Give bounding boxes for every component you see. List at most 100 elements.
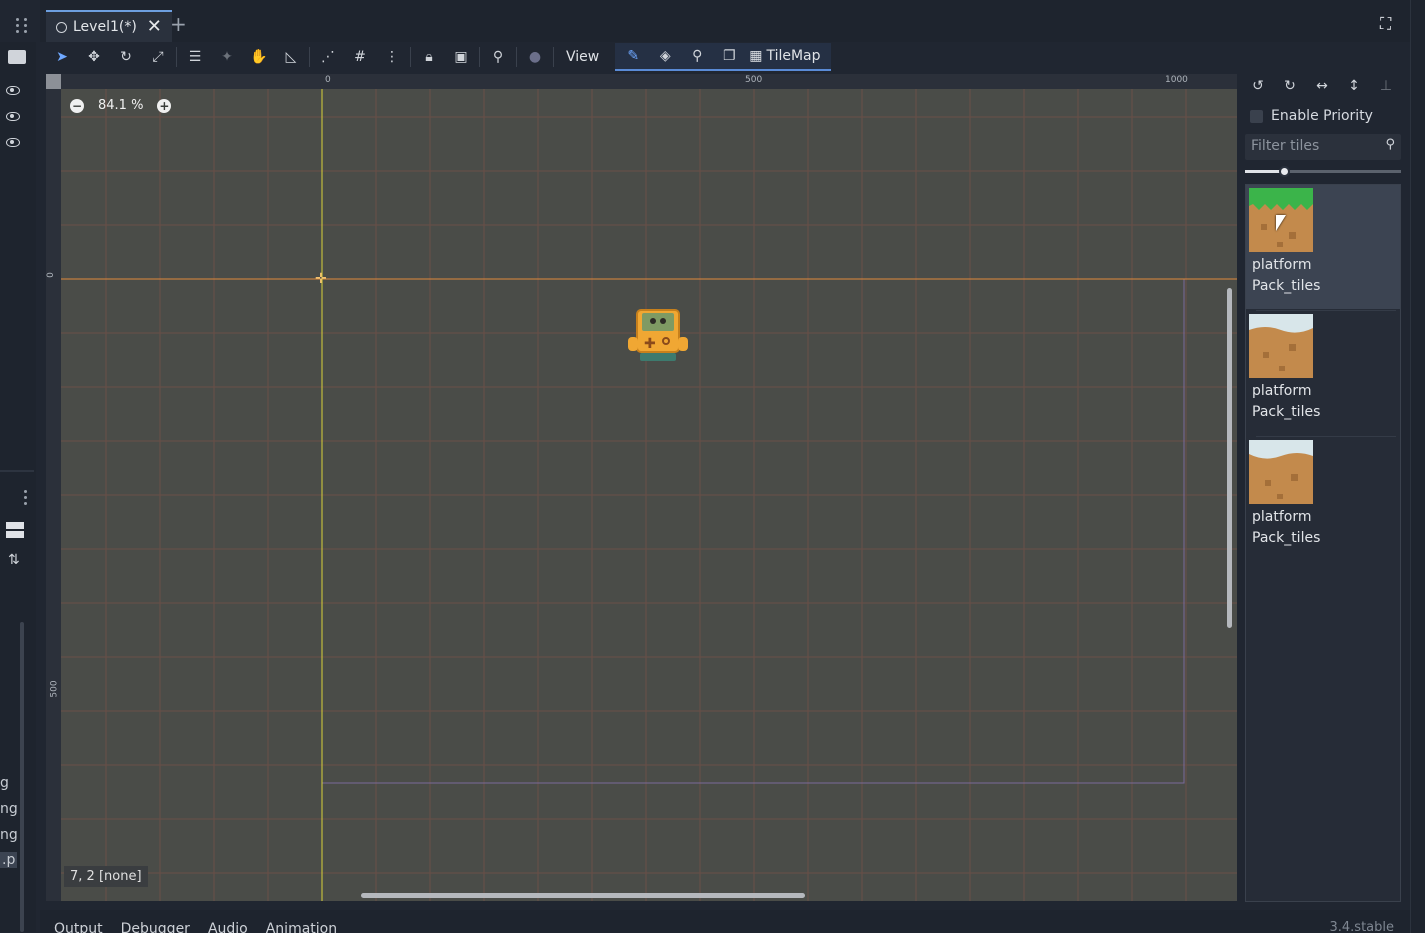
- picker-icon[interactable]: ⚲: [681, 42, 713, 70]
- ruler-label: 500: [49, 680, 60, 698]
- zoom-in-icon[interactable]: +: [157, 98, 172, 113]
- ruler-tool-icon[interactable]: ◺: [275, 43, 307, 71]
- toolbar-separator: [309, 47, 310, 67]
- dock-scrollbar[interactable]: [20, 622, 24, 932]
- select-tool-icon[interactable]: ➤: [46, 43, 78, 71]
- inspector-dock-edge: [1410, 0, 1425, 933]
- toolbar-separator: [479, 47, 480, 67]
- tile-list: platform Pack_tiles platform Pack_tiles: [1245, 184, 1401, 902]
- file-label-partial: ng: [0, 827, 18, 843]
- tab-menu-icon[interactable]: [24, 18, 28, 33]
- pan-tool-icon[interactable]: ✋: [243, 43, 275, 71]
- bone-icon[interactable]: ⚲: [482, 43, 514, 71]
- move-tool-icon[interactable]: ✥: [78, 43, 110, 71]
- zoom-out-icon[interactable]: −: [70, 98, 84, 113]
- camera-override-icon[interactable]: ●: [519, 43, 551, 71]
- group-icon[interactable]: ▣: [445, 43, 477, 71]
- ruler-label: 1000: [1165, 75, 1188, 85]
- paint-tool-icon[interactable]: ✎: [617, 42, 649, 70]
- tab-output[interactable]: Output: [54, 921, 103, 933]
- view-menu-button[interactable]: View: [556, 49, 609, 65]
- file-label-partial: g: [0, 775, 9, 791]
- tab-debugger[interactable]: Debugger: [121, 921, 190, 933]
- scale-tool-icon[interactable]: ⤢: [142, 43, 174, 71]
- fullscreen-icon[interactable]: ⛶: [1380, 16, 1391, 32]
- tile-item[interactable]: platform Pack_tiles: [1246, 311, 1400, 435]
- visibility-eye-icon[interactable]: [6, 86, 20, 95]
- pivot-tool-icon[interactable]: ✦: [211, 43, 243, 71]
- scene-circle-icon: [56, 21, 67, 33]
- dock-menu-icon[interactable]: [24, 490, 28, 505]
- origin-marker-icon: ✛: [315, 271, 327, 287]
- smart-snap-icon[interactable]: ⋰: [312, 43, 344, 71]
- filter-tiles-input[interactable]: Filter tiles ⚲: [1245, 134, 1401, 160]
- tilemap-label: TileMap: [766, 48, 821, 64]
- tile-item[interactable]: platform Pack_tiles: [1246, 185, 1400, 309]
- tab-level1[interactable]: Level1(*) ✕: [46, 10, 172, 42]
- snow-tile-thumbnail: [1249, 440, 1313, 504]
- engine-version: 3.4.stable: [1329, 920, 1394, 933]
- enable-priority-label: Enable Priority: [1271, 108, 1373, 124]
- slider-knob[interactable]: [1279, 166, 1290, 177]
- tile-item[interactable]: platform Pack_tiles: [1246, 437, 1400, 561]
- sort-icon[interactable]: ⇅: [8, 552, 20, 568]
- search-icon: ⚲: [1385, 137, 1395, 152]
- horizontal-scrollbar[interactable]: [361, 893, 805, 898]
- flip-vertical-icon[interactable]: ↕: [1344, 78, 1364, 98]
- visibility-eye-icon[interactable]: [6, 112, 20, 121]
- ruler-label: 0: [325, 75, 331, 85]
- ruler-label: 0: [46, 272, 56, 278]
- rotate-tool-icon[interactable]: ↻: [110, 43, 142, 71]
- filter-placeholder: Filter tiles: [1251, 138, 1320, 154]
- scene-tab-bar: [40, 0, 1410, 42]
- rotate-right-icon[interactable]: ↻: [1280, 78, 1300, 98]
- tilemap-tile-panel: ↺ ↻ ↔ ↕ ⊥ Enable Priority Filter tiles ⚲: [1240, 74, 1402, 904]
- list-view-icon[interactable]: [6, 522, 24, 538]
- zoom-level[interactable]: 84.1 %: [92, 98, 149, 113]
- clear-transform-icon[interactable]: ⊥: [1376, 78, 1396, 98]
- rotate-left-icon[interactable]: ↺: [1248, 78, 1268, 98]
- visibility-eye-icon[interactable]: [6, 138, 20, 147]
- ruler-corner: [46, 74, 61, 89]
- grid-snap-icon[interactable]: #: [344, 43, 376, 71]
- toolbar-separator: [516, 47, 517, 67]
- toolbar-separator: [176, 47, 177, 67]
- flip-horizontal-icon[interactable]: ↔: [1312, 78, 1332, 98]
- tile-coordinates: 7, 2 [none]: [64, 866, 148, 887]
- canvas-viewport[interactable]: 0 500 1000 0 500 − 84.1 % + ✛ ✚ 7, 2 [no…: [46, 74, 1237, 901]
- dock-menu-icon[interactable]: [16, 18, 20, 33]
- priority-checkbox[interactable]: [1250, 109, 1263, 123]
- ruler-top[interactable]: 0 500 1000: [46, 74, 1237, 89]
- vertical-scrollbar[interactable]: [1227, 288, 1232, 628]
- tilemap-menu-button[interactable]: ▦ TileMap: [745, 48, 828, 64]
- mouse-cursor-icon: [1276, 215, 1286, 231]
- grid-icon: ▦: [749, 48, 763, 64]
- bottom-panel-tabs: Output Debugger Audio Animation 3.4.stab…: [40, 910, 1410, 933]
- tab-animation[interactable]: Animation: [266, 921, 337, 933]
- zoom-control: − 84.1 % +: [70, 98, 172, 113]
- canvas-toolbar: ➤ ✥ ↻ ⤢ ☰ ✦ ✋ ◺ ⋰ # ⋮ 🔒︎ ▣ ⚲ ● View ✎ ◈ …: [46, 42, 1410, 72]
- file-label-partial: ng: [0, 801, 18, 817]
- toolbar-separator: [553, 47, 554, 67]
- snap-options-icon[interactable]: ⋮: [376, 43, 408, 71]
- ruler-label: 500: [745, 75, 763, 85]
- toolbar-separator: [410, 47, 411, 67]
- player-sprite[interactable]: ✚: [628, 307, 690, 363]
- list-select-icon[interactable]: ☰: [179, 43, 211, 71]
- close-icon[interactable]: ✕: [147, 18, 162, 36]
- tab-label: Level1(*): [73, 19, 137, 35]
- tile-name: platform Pack_tiles: [1252, 257, 1321, 294]
- lock-icon[interactable]: 🔒︎: [413, 43, 445, 71]
- godot-editor: ⇅ g ng ng .p Level1(*) ✕ + ⛶ ➤ ✥ ↻ ⤢ ☰ ✦…: [0, 0, 1425, 933]
- tab-audio[interactable]: Audio: [208, 921, 248, 933]
- copy-icon[interactable]: ❐: [713, 42, 745, 70]
- camera-bounds: [321, 278, 1185, 784]
- tile-name: platform Pack_tiles: [1252, 383, 1321, 420]
- add-tab-icon[interactable]: +: [170, 14, 187, 34]
- script-icon[interactable]: [8, 50, 26, 64]
- bucket-fill-icon[interactable]: ◈: [649, 42, 681, 70]
- ruler-left[interactable]: 0 500: [46, 74, 61, 901]
- left-dock: ⇅ g ng ng .p: [0, 18, 36, 932]
- file-label-partial[interactable]: .p: [0, 852, 18, 868]
- enable-priority-toggle[interactable]: Enable Priority: [1250, 108, 1373, 124]
